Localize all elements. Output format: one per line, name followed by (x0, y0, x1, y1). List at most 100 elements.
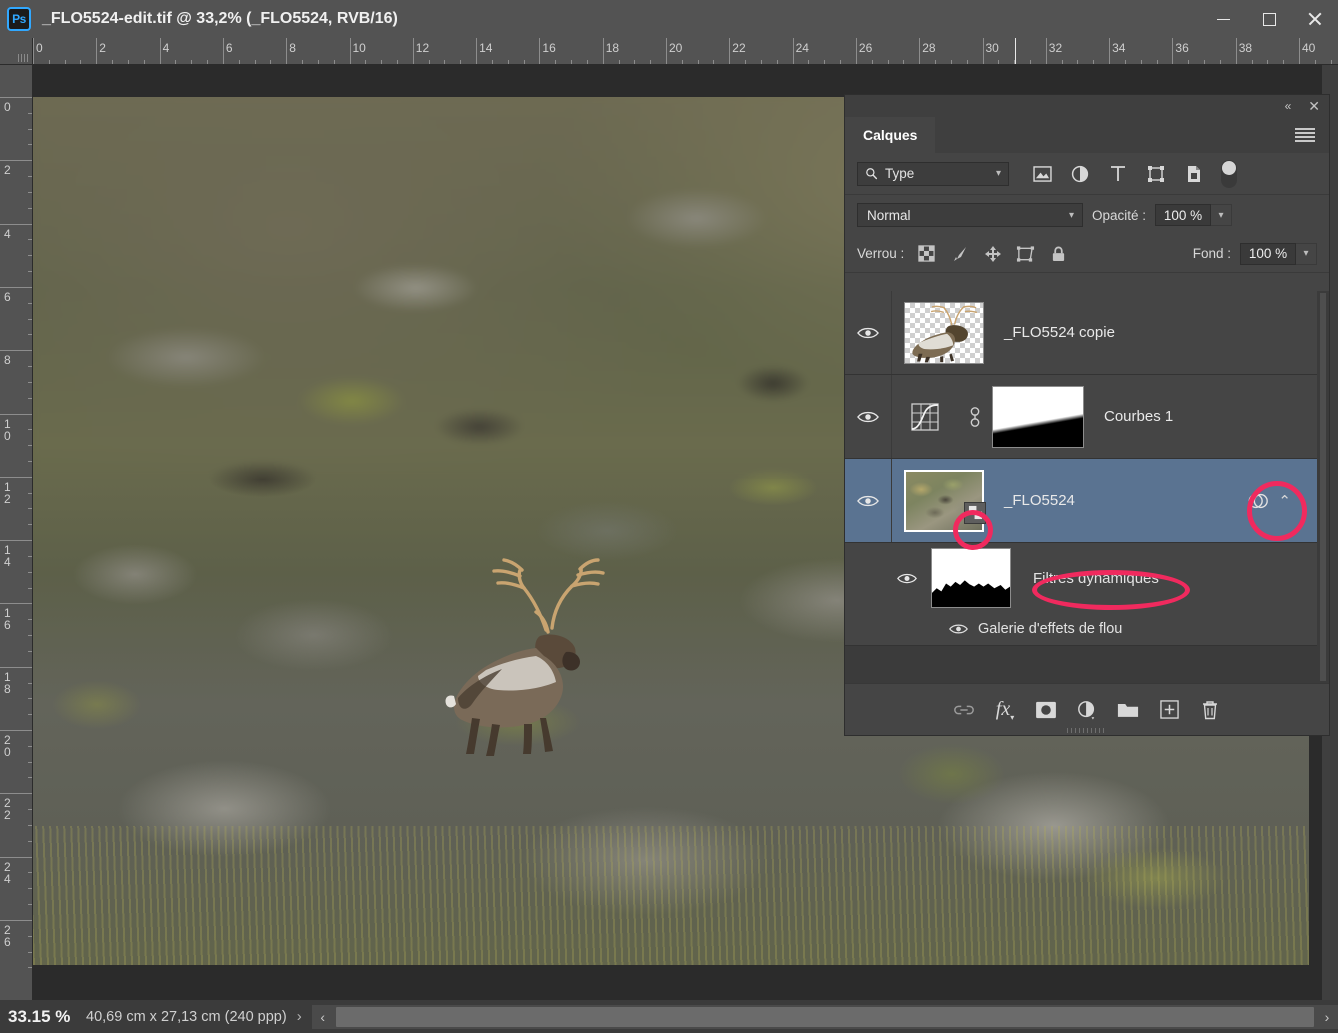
lock-all-icon[interactable] (1042, 241, 1075, 267)
eye-icon[interactable] (949, 623, 968, 635)
minimize-button[interactable] (1200, 0, 1246, 38)
ruler-label: 34 (1112, 41, 1126, 55)
layer-thumbnail-cell[interactable]: _FLO5524 copie (892, 301, 1115, 364)
curves-icon[interactable] (892, 402, 958, 432)
panel-close-icon[interactable]: ✕ (1305, 99, 1323, 113)
layer-thumbnail-cell[interactable]: _FLO5524 (892, 469, 1075, 532)
smart-filters-label: Filtres dynamiques (1033, 569, 1159, 587)
canvas-horizontal-scrollbar[interactable] (333, 1004, 1316, 1029)
ruler-label: 10 (352, 41, 366, 55)
filter-type-select[interactable]: Type ▾ (857, 161, 1009, 186)
blend-mode-select[interactable]: Normal ▾ (857, 203, 1083, 227)
new-group-button[interactable] (1108, 692, 1149, 728)
eye-icon (897, 573, 917, 583)
ruler-label: 0 (4, 100, 11, 114)
panel-tab-bar: Calques (845, 117, 1329, 153)
ruler-label: 18 (4, 669, 11, 696)
zoom-level[interactable]: 33.15 % (0, 1007, 78, 1027)
window-title: _FLO5524-edit.tif @ 33,2% (_FLO5524, RVB… (42, 10, 398, 27)
filter-enable-toggle[interactable] (1221, 159, 1237, 188)
ruler-tick (0, 540, 32, 542)
smart-filter-effect-row[interactable]: Galerie d'effets de flou (845, 613, 1329, 645)
ruler-tick (0, 919, 32, 921)
layer-row[interactable]: Courbes 1 (845, 375, 1329, 459)
mask-icon (1036, 701, 1056, 718)
smart-filter-indicator[interactable]: ⌃ (1247, 490, 1291, 512)
smart-filter-mask[interactable] (931, 548, 1011, 608)
ruler-label: 22 (732, 41, 746, 55)
link-mask-icon[interactable] (958, 406, 992, 428)
add-mask-button[interactable] (1026, 692, 1067, 728)
layers-panel-footer: fx ▾ (845, 683, 1329, 735)
layers-list-scrollbar[interactable] (1317, 291, 1329, 683)
new-adjustment-button[interactable] (1067, 692, 1108, 728)
fill-input[interactable]: 100 % (1240, 242, 1296, 265)
filter-adjustment-icon[interactable] (1061, 161, 1099, 187)
vertical-ruler[interactable]: 02468101214161820222426 (0, 65, 33, 1000)
ruler-label: 10 (4, 416, 11, 443)
photoshop-window: Ps _FLO5524-edit.tif @ 33,2% (_FLO5524, … (0, 0, 1338, 1033)
ruler-label: 6 (4, 289, 11, 304)
panel-menu-icon[interactable] (1295, 128, 1315, 142)
layers-list[interactable]: _FLO5524 copie Courbes 1 _FLO5524 ⌃ Filt… (845, 291, 1329, 683)
ruler-label: 24 (4, 859, 11, 886)
filter-pixel-icon[interactable] (1023, 161, 1061, 187)
filter-type-label: Type (885, 166, 915, 181)
filter-type-icon[interactable] (1099, 161, 1137, 187)
layer-visibility-toggle[interactable] (845, 375, 892, 458)
panel-resize-grip[interactable] (1067, 728, 1107, 733)
horizontal-ruler[interactable]: 0 2 4 6 8 10 12 14 16 18 20 22 24 26 28 30 32 34 36 38 40 (33, 38, 1338, 65)
lock-position-icon[interactable] (976, 241, 1009, 267)
ruler-tick (0, 476, 32, 478)
eye-icon (857, 411, 879, 422)
lock-artboard-icon[interactable] (1009, 241, 1042, 267)
maximize-button[interactable] (1246, 0, 1292, 38)
scroll-left-button[interactable]: ‹ (311, 1004, 334, 1029)
tab-calques[interactable]: Calques (845, 117, 936, 153)
ruler-label: 22 (4, 796, 11, 823)
smart-filters-row[interactable]: Filtres dynamiques (845, 543, 1329, 613)
layer-row[interactable]: _FLO5524 ⌃ (845, 459, 1329, 543)
layer-thumbnail[interactable] (904, 301, 984, 364)
opacity-chevron-icon[interactable]: ▾ (1211, 204, 1233, 226)
status-expand-arrow[interactable]: › (287, 1008, 312, 1025)
new-layer-button[interactable] (1149, 692, 1190, 728)
lock-transparency-icon[interactable] (910, 241, 943, 267)
layer-mask-thumbnail[interactable] (992, 385, 1084, 448)
layer-style-button[interactable]: fx ▾ (985, 692, 1026, 728)
layer-mask-cell[interactable]: Courbes 1 (992, 385, 1173, 448)
chevron-down-icon: ▾ (1068, 209, 1074, 221)
opacity-control[interactable]: 100 % ▾ (1155, 204, 1233, 226)
image-grass-layer (33, 826, 1309, 965)
layer-visibility-toggle[interactable] (845, 291, 892, 374)
filter-smartobject-icon[interactable] (1175, 161, 1213, 187)
fill-control[interactable]: 100 % ▾ (1240, 242, 1317, 265)
scrollbar-track[interactable] (1320, 293, 1326, 681)
fill-chevron-icon[interactable]: ▾ (1296, 242, 1317, 265)
ruler-label: 20 (4, 733, 11, 759)
layer-visibility-toggle[interactable] (845, 459, 892, 542)
lock-image-icon[interactable] (943, 241, 976, 267)
ruler-tick (0, 666, 32, 668)
ruler-label: 4 (4, 226, 11, 241)
fx-chevron-icon: ▾ (1010, 712, 1015, 722)
scroll-right-button[interactable]: › (1316, 1004, 1338, 1029)
filter-shape-icon[interactable] (1137, 161, 1175, 187)
ruler-corner[interactable] (0, 38, 33, 65)
smart-filter-icon (1249, 493, 1269, 508)
opacity-input[interactable]: 100 % (1155, 204, 1212, 226)
layer-row[interactable]: _FLO5524 copie (845, 291, 1329, 375)
smart-filters-visibility-toggle[interactable] (845, 572, 931, 585)
delete-layer-button[interactable] (1190, 692, 1231, 728)
scrollbar-thumb[interactable] (335, 1006, 1314, 1027)
collapse-chevron-icon[interactable]: ⌃ (1278, 492, 1291, 510)
close-button[interactable] (1292, 0, 1338, 38)
collapse-double-chevron-icon[interactable]: « (1281, 99, 1294, 113)
trash-icon (1203, 700, 1217, 719)
link-layers-button[interactable] (944, 692, 985, 728)
ruler-label: 18 (605, 41, 620, 55)
lock-icons (910, 241, 1075, 267)
photoshop-icon: Ps (7, 7, 31, 31)
ruler-tick (0, 793, 32, 795)
reindeer-subject[interactable] (428, 552, 628, 762)
